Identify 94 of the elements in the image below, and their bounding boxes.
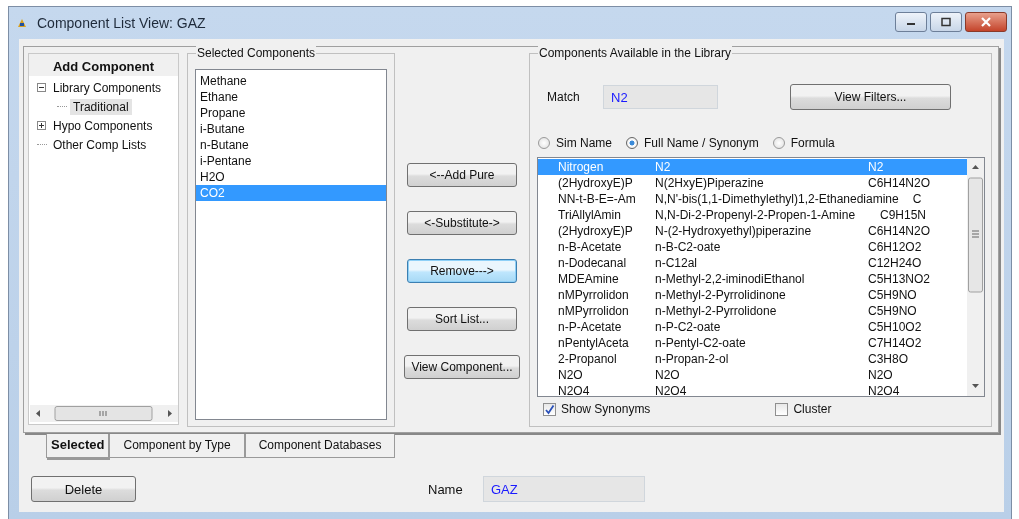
radio-label: Full Name / Synonym [644, 136, 759, 150]
tree-item[interactable]: Library Components [50, 79, 165, 96]
maximize-button[interactable] [930, 12, 962, 32]
list-item[interactable]: Ethane [196, 89, 386, 105]
radio-label: Sim Name [556, 136, 612, 150]
list-item[interactable]: i-Butane [196, 121, 386, 137]
window-title: Component List View: GAZ [37, 15, 206, 31]
list-item[interactable]: Propane [196, 105, 386, 121]
radio-label: Formula [790, 136, 835, 150]
table-cell-text: C5H9NO [867, 287, 917, 303]
radio-button[interactable] [538, 137, 550, 149]
list-item[interactable]: i-Pentane [196, 153, 386, 169]
table-cell-text: C7H14O2 [867, 335, 922, 351]
table-cell-text: C6H14N2O [867, 175, 931, 191]
minimize-button[interactable] [895, 12, 927, 32]
vertical-scrollbar[interactable] [967, 158, 984, 396]
app-icon [17, 18, 27, 28]
field-label: Name [428, 481, 464, 497]
maximize-icon [940, 17, 952, 27]
table-cell-text: N2O [655, 367, 681, 383]
table-cell-text: (2HydroxyE)P [558, 223, 634, 239]
table-cell-text: n-Propan-2-ol [655, 351, 730, 367]
radio-button-selected[interactable] [626, 137, 638, 149]
action-button[interactable]: Remove---> [407, 259, 517, 283]
horizontal-scrollbar[interactable] [30, 405, 177, 422]
table-cell-text: N2O [867, 367, 893, 383]
name-field[interactable]: GAZ [483, 476, 645, 502]
table-cell-text: N2 [655, 159, 672, 175]
table-cell-text: N-(2-Hydroxyethyl)piperazine [655, 223, 813, 239]
table-cell-text: C5H10O2 [867, 319, 922, 335]
group-title: Selected Components [196, 46, 317, 60]
tree-item[interactable]: Other Comp Lists [50, 136, 150, 153]
radio-button[interactable] [772, 137, 785, 149]
field-label: Match [547, 90, 581, 104]
table-cell-text: n-Methyl-2-Pyrrolidinone [655, 287, 787, 303]
group-title: Components Available in the Library [538, 46, 732, 60]
table-cell-text: n-P-C2-oate [655, 319, 722, 335]
expand-icon[interactable] [37, 121, 46, 130]
table-cell-text: MDEAmine [558, 271, 620, 287]
action-button[interactable]: Sort List... [407, 307, 517, 331]
table-cell-text: C6H14N2O [867, 223, 931, 239]
delete-button[interactable]: Delete [31, 476, 136, 502]
close-button[interactable] [965, 12, 1007, 32]
table-cell-text: N2O [558, 367, 584, 383]
table-cell-text: nPentylAceta [558, 335, 630, 351]
table-cell-text: n-B-C2-oate [655, 239, 722, 255]
close-icon [979, 17, 993, 27]
table-cell-text: n-Methyl-2,2-iminodiEthanol [655, 271, 806, 287]
table-cell-text: C12H24O [867, 255, 922, 271]
table-cell-text: C9H15N [879, 207, 927, 223]
table-cell-text: n-B-Acetate [558, 239, 623, 255]
table-cell-text: C3H8O [867, 351, 908, 367]
table-cell-text: nMPyrrolidon [558, 287, 630, 303]
table-cell-text: Nitrogen [558, 159, 605, 175]
action-button[interactable]: View Component... [404, 355, 520, 379]
table-cell-text: 2-Propanol [558, 351, 618, 367]
tab[interactable]: Component by Type [109, 434, 245, 458]
table-cell-text: N2 [867, 159, 884, 175]
tab[interactable]: Component Databases [244, 434, 396, 458]
table-cell-text: n-P-Acetate [558, 319, 623, 335]
table-cell-text: N2O4 [558, 383, 591, 396]
table-cell-text: N,N-Di-2-Propenyl-2-Propen-1-Amine [655, 207, 857, 223]
action-button[interactable]: <--Add Pure [407, 163, 517, 187]
tree-item[interactable]: Traditional [70, 98, 132, 115]
table-cell-text: n-C12al [655, 255, 699, 271]
list-item[interactable]: H2O [196, 169, 386, 185]
table-cell-text: N(2HxyE)Piperazine [655, 175, 765, 191]
table-cell-text: N2O4 [655, 383, 688, 396]
tree-item[interactable]: Hypo Components [50, 117, 156, 134]
table-cell-text: N2O4 [867, 383, 900, 396]
checkbox[interactable] [543, 402, 556, 416]
table-cell-text: n-Pentyl-C2-oate [655, 335, 747, 351]
table-cell-text: TriAllylAmin [558, 207, 622, 223]
collapse-icon[interactable] [37, 83, 46, 92]
table-cell-text: n-Methyl-2-Pyrrolidone [655, 303, 778, 319]
table-cell-text: C5H13NO2 [867, 271, 931, 287]
table-cell-text: C5H9NO [867, 303, 917, 319]
checkbox[interactable] [775, 402, 789, 416]
list-item[interactable]: n-Butane [196, 137, 386, 153]
table-cell-text: n-Dodecanal [558, 255, 628, 271]
checkbox-label: Cluster [793, 402, 832, 416]
panel-title: Add Component [29, 54, 178, 76]
match-field[interactable]: N2 [603, 85, 718, 109]
list-item[interactable]: Methane [196, 73, 386, 89]
tab[interactable]: Selected [46, 434, 110, 458]
checkbox-label: Show Synonyms [561, 402, 651, 416]
table-cell-text: NN-t-B-E=-Am [558, 191, 637, 207]
table-cell: N,N'-bis(1,1-Dimethylethyl)1,2-Ethanediamine [655, 191, 899, 207]
view-filters-button[interactable]: View Filters... [790, 84, 951, 110]
table-cell-text: C6H12O2 [867, 239, 922, 255]
action-button[interactable]: <-Substitute-> [407, 211, 517, 235]
table-cell-text: C [911, 191, 922, 207]
table-cell-text: (2HydroxyE)P [558, 175, 634, 191]
table-cell-text: nMPyrrolidon [558, 303, 630, 319]
